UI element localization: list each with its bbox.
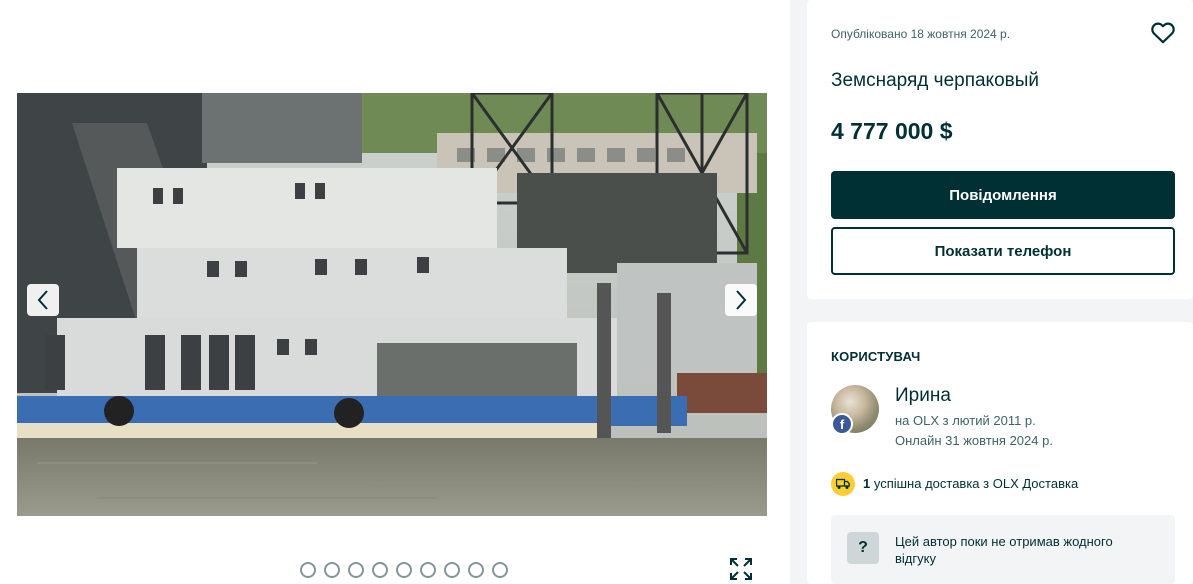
- message-button[interactable]: Повідомлення: [831, 171, 1175, 219]
- ad-price: 4 777 000 $: [831, 118, 953, 144]
- gallery-dot[interactable]: [468, 562, 484, 578]
- seller-member-since: на OLX з лютий 2011 р.: [895, 413, 1036, 428]
- delivery-label: успішна доставка з OLX Доставка: [870, 476, 1079, 491]
- fullscreen-icon: [730, 558, 752, 580]
- heart-icon: [1151, 22, 1175, 44]
- fullscreen-button[interactable]: [724, 552, 758, 584]
- next-photo-button[interactable]: [725, 284, 757, 316]
- chevron-left-icon: [37, 290, 48, 310]
- seller-card: КОРИСТУВАЧ f Ирина на OLX з лютий 2011 р…: [807, 322, 1193, 584]
- question-icon: ?: [847, 532, 879, 564]
- photo-gallery[interactable]: [17, 93, 767, 516]
- show-phone-button[interactable]: Показати телефон: [831, 227, 1175, 275]
- delivery-stats: 1 успішна доставка з OLX Доставка: [863, 476, 1078, 491]
- previous-photo-button[interactable]: [27, 284, 59, 316]
- posted-date: Опубліковано 18 жовтня 2024 р.: [831, 27, 1011, 41]
- ad-card: Опубліковано 18 жовтня 2024 р. Земснаряд…: [807, 0, 1193, 299]
- chevron-right-icon: [736, 290, 747, 310]
- gallery-dot[interactable]: [444, 562, 460, 578]
- seller-name[interactable]: Ирина: [895, 385, 951, 407]
- gallery-pagination: [300, 562, 508, 578]
- gallery-dot[interactable]: [300, 562, 316, 578]
- feedback-notice: ? Цей автор поки не отримав жодного відг…: [831, 515, 1175, 584]
- truck-icon: [831, 472, 855, 496]
- gallery-dot[interactable]: [396, 562, 412, 578]
- favorite-button[interactable]: [1150, 20, 1176, 46]
- gallery-dot[interactable]: [492, 562, 508, 578]
- gallery-dot[interactable]: [420, 562, 436, 578]
- seller-last-online: Онлайн 31 жовтня 2024 р.: [895, 433, 1053, 448]
- facebook-icon: f: [831, 413, 853, 435]
- feedback-text: Цей автор поки не отримав жодного відгук…: [895, 534, 1113, 566]
- gallery-dot[interactable]: [372, 562, 388, 578]
- listing-photo[interactable]: [17, 93, 767, 516]
- ad-title: Земснаряд черпаковый: [831, 70, 1040, 91]
- gallery-dot[interactable]: [324, 562, 340, 578]
- gallery-dot[interactable]: [348, 562, 364, 578]
- seller-heading: КОРИСТУВАЧ: [831, 349, 921, 364]
